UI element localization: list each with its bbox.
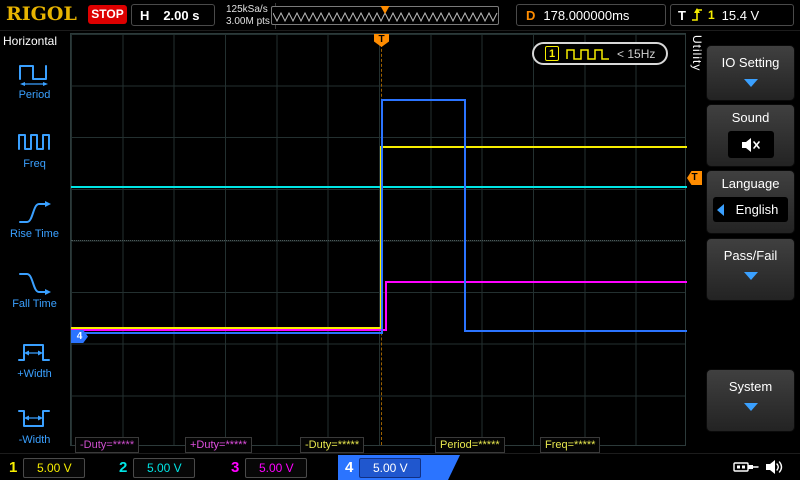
trigger-level-value: 15.4 V — [721, 7, 760, 23]
sidebar-item-label: Fall Time — [12, 298, 57, 310]
pos-width-icon — [17, 344, 50, 361]
menu-item-pass-fail[interactable]: Pass/Fail — [706, 238, 795, 301]
channel-number: 3 — [231, 459, 240, 476]
measurement-slot-1: -Duty=***** — [75, 437, 140, 453]
horizontal-measure-sidebar: Horizontal Period Freq Rise Time Fall Ti… — [0, 31, 69, 453]
channel-number: 4 — [345, 459, 354, 476]
ch3-trace — [71, 281, 687, 331]
trigger-readout: T 1 15.4 V — [670, 4, 794, 26]
sidebar-title: Horizontal — [3, 34, 58, 48]
memory-depth: 3.00M pts — [226, 16, 270, 27]
delay-value: 178.000000ms — [543, 7, 630, 23]
trigger-label: T — [678, 7, 686, 23]
menu-item-sound[interactable]: Sound — [706, 104, 795, 167]
sidebar-item-label: Freq — [23, 158, 46, 170]
channel-chip-3[interactable]: 3 5.00 V — [224, 455, 328, 480]
channel-scale: 5.00 V — [133, 457, 196, 478]
sample-rate: 125kSa/s — [226, 4, 268, 15]
rise-time-icon — [18, 201, 51, 223]
fall-time-icon — [18, 273, 51, 295]
trigger-slope-icon — [691, 8, 702, 21]
measurement-slot-2: +Duty=***** — [185, 437, 252, 453]
sidebar-item-label: Period — [18, 89, 51, 101]
chevron-down-icon — [743, 272, 758, 280]
menu-item-system[interactable]: System — [706, 369, 795, 432]
neg-width-icon — [17, 410, 50, 427]
sidebar-item-fall-time[interactable]: Fall Time — [0, 267, 69, 310]
delay-label: D — [526, 7, 536, 23]
waveform-preview-bar[interactable] — [271, 6, 499, 25]
horizontal-label: H — [140, 7, 150, 23]
trigger-level-marker[interactable]: T — [687, 171, 702, 185]
chevron-down-icon — [743, 403, 758, 411]
rigol-logo: RIGOL — [6, 3, 77, 25]
menu-item-label: Sound — [731, 110, 770, 125]
run-state-badge: STOP — [88, 5, 127, 24]
sound-state-box — [727, 131, 774, 158]
oscilloscope-screen: RIGOL STOP H 2.00 s 125kSa/s 3.00M pts D… — [0, 0, 800, 480]
trigger-frequency-text: < 15Hz — [617, 46, 656, 61]
channel-number: 1 — [9, 459, 18, 476]
measurement-slot-4: Period=***** — [435, 437, 505, 453]
freq-icon — [17, 134, 50, 150]
chevron-left-icon[interactable] — [717, 203, 724, 216]
language-select[interactable]: English — [713, 197, 788, 222]
waveform-display — [71, 99, 687, 334]
trigger-status-popup: 1 < 15Hz — [532, 42, 669, 65]
trigger-source-number: 1 — [707, 8, 715, 22]
channel-scale: 5.00 V — [245, 457, 308, 478]
chevron-down-icon — [743, 79, 758, 87]
menu-item-label: Language — [721, 176, 780, 191]
language-value: English — [735, 202, 779, 217]
measurement-slot-5: Freq=***** — [540, 437, 601, 453]
channel-scale: 5.00 V — [359, 458, 421, 478]
speaker-icon — [766, 460, 783, 474]
period-icon — [18, 65, 48, 86]
delay-readout: D 178.000000ms — [516, 4, 666, 26]
channel-chip-4[interactable]: 4 5.00 V — [338, 455, 460, 480]
top-bar: RIGOL STOP H 2.00 s 125kSa/s 3.00M pts D… — [0, 0, 800, 31]
sidebar-item-freq[interactable]: Freq — [0, 127, 69, 170]
timebase-value: 2.00 s — [163, 7, 200, 23]
speaker-muted-icon — [741, 137, 760, 152]
channel-status-bar: 1 5.00 V 2 5.00 V 3 5.00 V 4 5.00 V — [0, 453, 800, 480]
menu-item-label: IO Setting — [721, 55, 780, 70]
pulse-train-icon — [566, 48, 609, 60]
usb-plug-icon — [733, 462, 759, 472]
menu-item-label: System — [728, 379, 773, 394]
ch1-trace — [71, 146, 687, 329]
menu-item-label: Pass/Fail — [723, 248, 778, 263]
menu-side-label: Utility — [690, 35, 704, 72]
channel-number: 2 — [119, 459, 128, 476]
menu-item-io-setting[interactable]: IO Setting — [706, 45, 795, 101]
channel-scale: 5.00 V — [23, 457, 86, 478]
graticule: T 4 1 < 15Hz — [70, 33, 687, 446]
menu-item-language[interactable]: Language English — [706, 170, 795, 234]
sidebar-item-pos-width[interactable]: +Width — [0, 337, 69, 380]
sidebar-item-rise-time[interactable]: Rise Time — [0, 197, 69, 240]
sidebar-item-period[interactable]: Period — [0, 58, 69, 101]
measurement-row: -Duty=***** +Duty=***** -Duty=***** Peri… — [0, 437, 800, 453]
ch4-trace — [71, 99, 687, 334]
sidebar-item-label: Rise Time — [10, 228, 59, 240]
horizontal-timebase-readout: H 2.00 s — [131, 4, 216, 26]
trigger-source-badge: 1 — [545, 46, 559, 61]
channel-chip-1[interactable]: 1 5.00 V — [2, 455, 106, 480]
measurement-slot-3: -Duty=***** — [300, 437, 365, 453]
sidebar-item-label: +Width — [17, 368, 52, 380]
channel-chip-2[interactable]: 2 5.00 V — [112, 455, 216, 480]
acquisition-info: 125kSa/s 3.00M pts — [221, 3, 276, 29]
